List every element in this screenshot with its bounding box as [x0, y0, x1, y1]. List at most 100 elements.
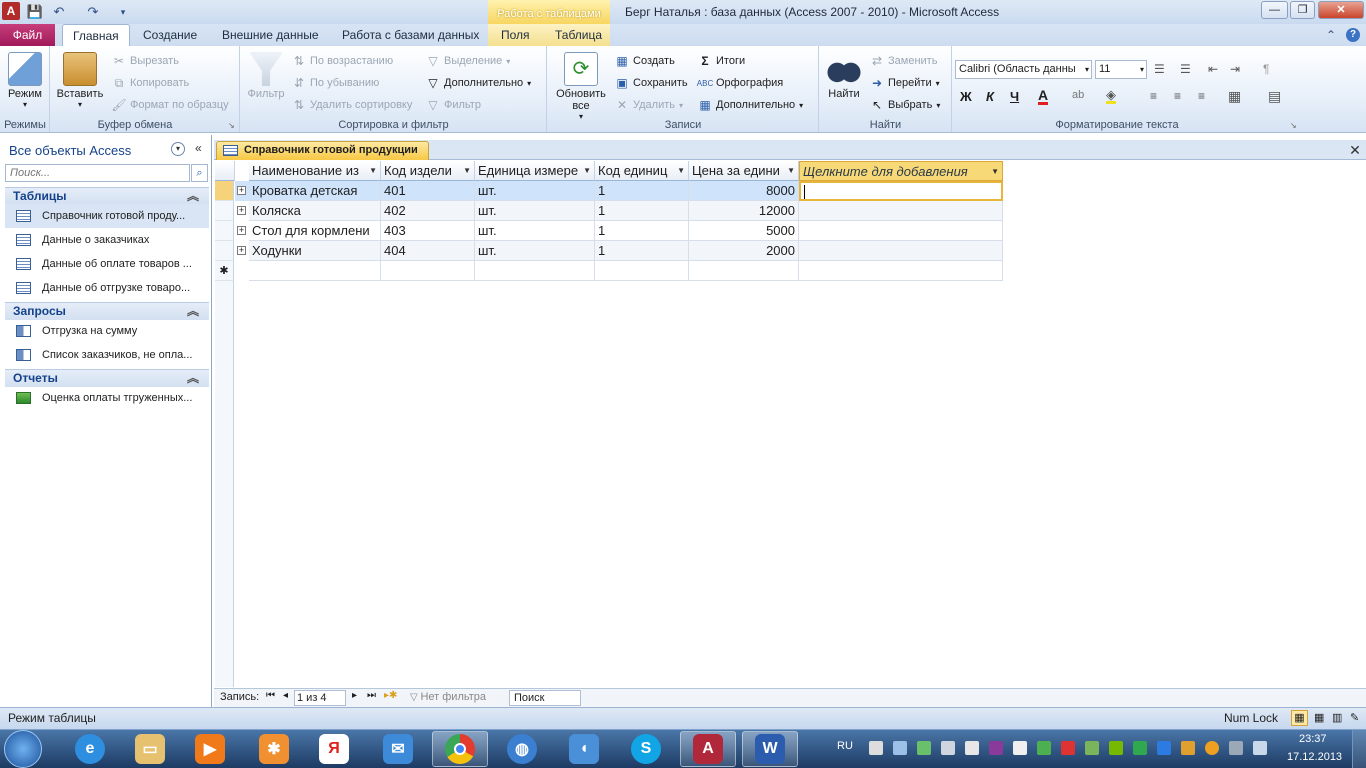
- table-cell[interactable]: Коляска: [249, 201, 381, 221]
- save-icon[interactable]: 💾: [26, 3, 44, 21]
- taskbar-app-sound[interactable]: ◖: [556, 731, 612, 767]
- table-cell[interactable]: [381, 261, 475, 281]
- redo-icon[interactable]: ↷: [84, 3, 102, 21]
- pivot-table-view-icon[interactable]: ▦: [1314, 711, 1324, 724]
- more-records-button[interactable]: ▦ Дополнительно ▾: [698, 98, 803, 112]
- record-position-input[interactable]: 1 из 4: [294, 690, 346, 706]
- tray-nvidia-icon[interactable]: [1109, 741, 1123, 755]
- cut-button[interactable]: ✂ Вырезать: [112, 54, 179, 68]
- tray-phone-icon[interactable]: [965, 741, 979, 755]
- undo-icon[interactable]: ↶: [50, 3, 68, 21]
- tray-shield-icon[interactable]: [1037, 741, 1051, 755]
- row-selector[interactable]: [215, 221, 234, 241]
- new-record-marker[interactable]: ✱: [215, 261, 234, 281]
- table-cell[interactable]: шт.: [475, 201, 595, 221]
- taskbar-app-internet-explorer[interactable]: e: [62, 731, 118, 767]
- column-header-unit-price[interactable]: Цена за едини ▼: [689, 161, 799, 181]
- tray-onenote-icon[interactable]: [989, 741, 1003, 755]
- table-cell[interactable]: 1: [595, 221, 689, 241]
- nav-section-tables[interactable]: Таблицы ︽: [5, 187, 209, 205]
- table-cell[interactable]: [799, 201, 1003, 221]
- clock-time[interactable]: 23:37: [1299, 733, 1327, 745]
- tab-file[interactable]: Файл: [0, 24, 55, 46]
- column-header-name[interactable]: Наименование из ▼: [249, 161, 381, 181]
- goto-button[interactable]: ➜ Перейти ▾: [870, 76, 940, 90]
- taskbar-app-network[interactable]: ◍: [494, 731, 550, 767]
- restore-button[interactable]: ❐: [1290, 1, 1315, 19]
- select-button[interactable]: ↖ Выбрать ▾: [870, 98, 940, 112]
- table-cell[interactable]: 1: [595, 201, 689, 221]
- select-all-corner[interactable]: [215, 161, 235, 181]
- access-logo-icon[interactable]: A: [2, 2, 20, 20]
- table-cell[interactable]: [595, 261, 689, 281]
- datasheet-view-icon[interactable]: ▦: [1291, 710, 1308, 726]
- taskbar-app-yandex[interactable]: Я: [306, 731, 362, 767]
- column-filter-icon[interactable]: ▼: [369, 161, 377, 180]
- font-size-select[interactable]: 11 ▾: [1095, 60, 1147, 79]
- tray-power-icon[interactable]: [1205, 741, 1219, 755]
- collapse-nav-icon[interactable]: «: [195, 141, 202, 155]
- nav-search-input[interactable]: [5, 164, 190, 182]
- close-document-button[interactable]: ✕: [1346, 141, 1364, 159]
- copy-button[interactable]: ⧉ Копировать: [112, 76, 190, 90]
- tab-create[interactable]: Создание: [133, 24, 207, 46]
- expand-subdatasheet-icon[interactable]: +: [237, 186, 246, 195]
- text-format-launcher-icon[interactable]: ↘: [1290, 121, 1297, 130]
- table-cell[interactable]: шт.: [475, 181, 595, 201]
- align-right-icon[interactable]: ≡: [1198, 89, 1205, 103]
- row-selector[interactable]: [215, 241, 234, 261]
- remove-sort-button[interactable]: ⇅ Удалить сортировку: [292, 98, 412, 112]
- table-cell[interactable]: шт.: [475, 241, 595, 261]
- taskbar-app-access[interactable]: A: [680, 731, 736, 767]
- table-cell[interactable]: шт.: [475, 221, 595, 241]
- table-cell[interactable]: 1: [595, 241, 689, 261]
- align-left-icon[interactable]: ≡: [1150, 89, 1157, 103]
- taskbar-app-media-player[interactable]: ▶: [182, 731, 238, 767]
- collapse-section-icon[interactable]: ︽: [187, 370, 199, 387]
- mode-button[interactable]: Режим ▾: [4, 52, 46, 109]
- table-cell[interactable]: [475, 261, 595, 281]
- delete-record-button[interactable]: ✕ Удалить ▾: [615, 98, 683, 112]
- tray-volume-icon[interactable]: [893, 741, 907, 755]
- tray-acrobat-icon[interactable]: [1061, 741, 1075, 755]
- clipboard-launcher-icon[interactable]: ↘: [228, 121, 235, 130]
- tray-usb-icon[interactable]: [941, 741, 955, 755]
- tray-flag-icon[interactable]: [1013, 741, 1027, 755]
- table-cell[interactable]: [799, 241, 1003, 261]
- minimize-button[interactable]: —: [1261, 1, 1288, 19]
- minimize-ribbon-icon[interactable]: ⌃: [1326, 28, 1336, 42]
- last-record-icon[interactable]: ⏭: [367, 690, 376, 701]
- format-painter-button[interactable]: 🖌 Формат по образцу: [111, 98, 228, 112]
- nav-item-payment-report[interactable]: Оценка оплаты тгруженных...: [5, 386, 209, 410]
- filter-button[interactable]: Фильтр: [245, 52, 287, 100]
- record-search-input[interactable]: Поиск: [509, 690, 581, 706]
- bold-button[interactable]: Ж: [960, 89, 972, 104]
- column-filter-icon[interactable]: ▼: [463, 161, 471, 180]
- advanced-filter-button[interactable]: ▽ Дополнительно ▾: [426, 76, 531, 90]
- taskbar-app-orange[interactable]: ✱: [246, 731, 302, 767]
- nav-item-shipments-table[interactable]: Данные об отгрузке товаро...: [5, 276, 209, 300]
- filter-status[interactable]: ▽ Нет фильтра: [410, 691, 486, 703]
- nav-pane-header[interactable]: Все объекты Access ▾ «: [0, 140, 212, 160]
- table-cell[interactable]: 12000: [689, 201, 799, 221]
- tray-check-icon[interactable]: [917, 741, 931, 755]
- tab-external-data[interactable]: Внешние данные: [212, 24, 329, 46]
- next-record-icon[interactable]: ▸: [352, 690, 357, 701]
- table-cell[interactable]: [689, 261, 799, 281]
- new-record-button[interactable]: ▦ Создать: [615, 54, 674, 68]
- selection-button[interactable]: ▽ Выделение ▾: [426, 54, 510, 68]
- font-select[interactable]: Calibri (Область данны ▾: [955, 60, 1092, 79]
- replace-button[interactable]: ⇄ Заменить: [870, 54, 937, 68]
- row-selector[interactable]: [215, 201, 234, 221]
- column-filter-icon[interactable]: ▼: [787, 161, 795, 180]
- taskbar-app-mail[interactable]: ✉: [370, 731, 426, 767]
- expand-subdatasheet-icon[interactable]: +: [237, 226, 246, 235]
- save-record-button[interactable]: ▣ Сохранить: [615, 76, 687, 90]
- collapse-section-icon[interactable]: ︽: [187, 188, 199, 205]
- nav-section-reports[interactable]: Отчеты ︽: [5, 369, 209, 387]
- tab-home[interactable]: Главная: [62, 24, 130, 46]
- decrease-indent-icon[interactable]: ⇤: [1208, 62, 1218, 76]
- previous-record-icon[interactable]: ◂: [283, 690, 288, 701]
- row-selector[interactable]: [215, 181, 234, 201]
- table-cell[interactable]: 5000: [689, 221, 799, 241]
